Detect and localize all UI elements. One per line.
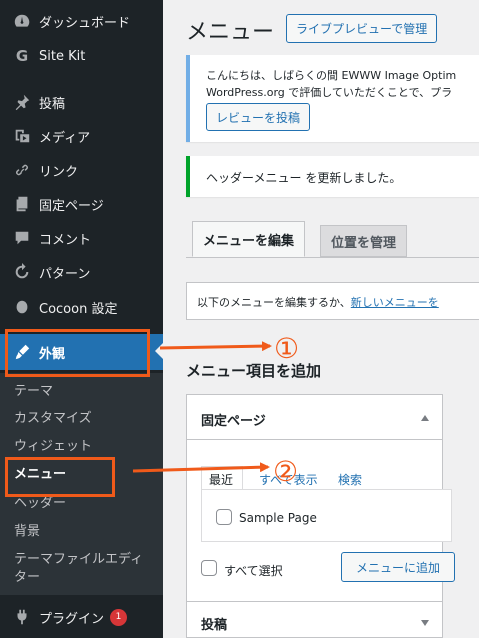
tab-manage-locations[interactable]: 位置を管理 (320, 225, 408, 257)
submenu-item-background[interactable]: 背景 (14, 523, 40, 540)
sidebar-item-label: コメント (39, 232, 92, 248)
tabs-divider (186, 257, 479, 258)
sidebar-item-label: プラグイン (39, 611, 105, 627)
review-notice-text: こんにちは、しばらくの間 EWWW Image Optim WordPress.… (206, 67, 456, 101)
select-all-checkbox[interactable] (201, 560, 217, 576)
sidebar-item-label: メディア (39, 130, 91, 146)
manage-menus-label: 以下のメニューを編集するか、 (197, 296, 351, 309)
add-menu-items-title: メニュー項目を追加 (186, 362, 322, 380)
current-menu-arrow (155, 343, 163, 359)
pin-icon (12, 92, 32, 112)
sample-page-label: Sample Page (239, 511, 317, 525)
notice-line-1: こんにちは、しばらくの間 EWWW Image Optim (206, 69, 457, 82)
circle-icon (12, 297, 32, 317)
sidebar-item-links[interactable]: リンク (0, 153, 163, 187)
posts-panel-header[interactable]: 投稿 (187, 601, 442, 638)
highlight-box-appearance (5, 329, 150, 377)
admin-sidebar: ダッシュボード G Site Kit 投稿 メディア リンク 固定ページ コメン… (0, 0, 163, 638)
manage-menus-text: 以下のメニューを編集するか、新しいメニューを (197, 294, 439, 310)
posts-panel-title: 投稿 (201, 618, 228, 633)
sidebar-item-plugins[interactable]: プラグイン 1 (0, 600, 163, 634)
highlight-box-menus (5, 457, 115, 497)
expand-arrow-icon[interactable] (421, 620, 429, 626)
sidebar-item-label: パターン (39, 266, 91, 282)
sidebar-item-label: ダッシュボード (39, 15, 131, 31)
media-icon (12, 126, 32, 146)
sidebar-item-site-kit[interactable]: G Site Kit (0, 39, 163, 73)
select-all-label: すべて選択 (224, 564, 283, 578)
live-preview-button[interactable]: ライブプレビューで管理 (286, 14, 438, 43)
submenu-item-widgets[interactable]: ウィジェット (14, 438, 92, 455)
sidebar-item-label: 固定ページ (39, 198, 104, 214)
dashboard-icon (12, 11, 32, 31)
manage-menus-bar: 以下のメニューを編集するか、新しいメニューを (186, 282, 479, 320)
notice-line-2: WordPress.org で評価していただくことで、プラ (206, 86, 453, 99)
pages-panel-header[interactable]: 固定ページ (187, 395, 442, 440)
add-menu-items-panel: 固定ページ 最近 すべて表示 検索 Sample Page すべて選択 メニュー… (186, 394, 455, 638)
link-icon (12, 160, 32, 180)
sidebar-item-label: Site Kit (39, 48, 86, 64)
tab-most-recent[interactable]: 最近 (201, 466, 243, 490)
sidebar-item-comments[interactable]: コメント (0, 221, 163, 255)
pages-icon (12, 194, 32, 214)
tab-search[interactable]: 検索 (338, 471, 362, 488)
plugin-icon (12, 607, 32, 627)
submenu-item-theme-file-editor[interactable]: テーマファイルエディ (14, 551, 143, 568)
review-notice: こんにちは、しばらくの間 EWWW Image Optim WordPress.… (186, 55, 479, 142)
pages-panel-title: 固定ページ (201, 414, 266, 429)
success-notice-text: ヘッダーメニュー を更新しました。 (206, 171, 402, 185)
refresh-icon (12, 262, 32, 282)
tab-edit-menus[interactable]: メニューを編集 (192, 221, 306, 257)
sidebar-item-label: 投稿 (39, 96, 66, 112)
collapse-arrow-icon[interactable] (421, 415, 429, 421)
sample-page-checkbox[interactable] (216, 509, 232, 525)
submenu-item-theme-file-editor-cont[interactable]: ター (14, 569, 40, 586)
create-new-menu-link[interactable]: 新しいメニューを (351, 296, 439, 309)
sidebar-item-cocoon-settings[interactable]: Cocoon 設定 (0, 290, 163, 324)
submenu-item-customize[interactable]: カスタマイズ (14, 410, 92, 427)
sidebar-item-dashboard[interactable]: ダッシュボード (0, 4, 163, 38)
post-review-button[interactable]: レビューを投稿 (206, 103, 311, 131)
success-notice: ヘッダーメニュー を更新しました。 (186, 156, 479, 197)
sidebar-item-pages[interactable]: 固定ページ (0, 187, 163, 221)
page-title: メニュー (186, 20, 275, 45)
update-count-badge: 1 (110, 608, 128, 626)
main-content: メニュー ライブプレビューで管理 こんにちは、しばらくの間 EWWW Image… (163, 0, 479, 638)
add-to-menu-button[interactable]: メニューに追加 (341, 552, 455, 582)
pages-checklist: Sample Page (201, 489, 452, 542)
sidebar-item-posts[interactable]: 投稿 (0, 85, 163, 119)
sidebar-item-label: リンク (39, 164, 79, 180)
comment-icon (12, 228, 32, 248)
sidebar-item-media[interactable]: メディア (0, 119, 163, 153)
sidebar-item-label: Cocoon 設定 (39, 301, 118, 317)
sidebar-item-patterns[interactable]: パターン (0, 255, 163, 289)
tab-view-all[interactable]: すべて表示 (259, 471, 318, 488)
submenu-item-themes[interactable]: テーマ (14, 383, 53, 400)
google-g-icon: G (15, 47, 29, 65)
submenu-item-header[interactable]: ヘッダー (14, 495, 66, 512)
